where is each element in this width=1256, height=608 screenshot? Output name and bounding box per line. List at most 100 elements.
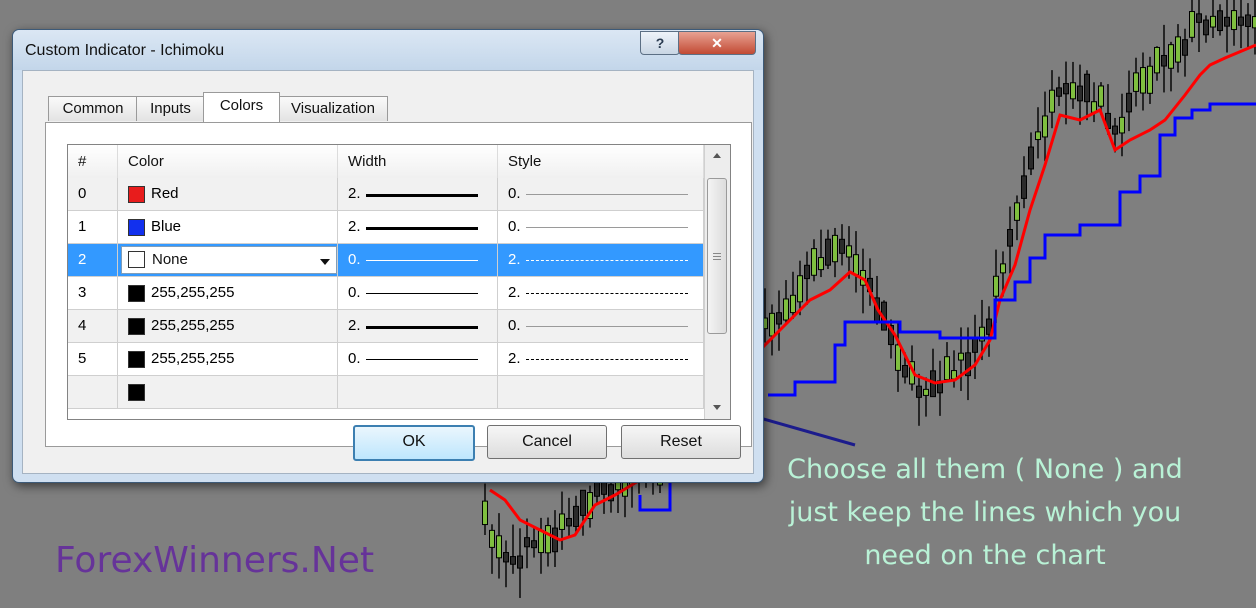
candle-body (1063, 83, 1069, 95)
reset-button[interactable]: Reset (621, 425, 741, 459)
color-cell[interactable]: Red (118, 178, 338, 210)
style-cell[interactable]: 0. (498, 211, 704, 243)
candle-body (1154, 46, 1160, 74)
tab-inputs[interactable]: Inputs (136, 96, 205, 121)
width-cell[interactable]: 0. (338, 343, 498, 375)
style-cell[interactable]: 0. (498, 178, 704, 210)
header-index[interactable]: # (68, 145, 118, 178)
candle-body (1084, 73, 1090, 103)
table-row[interactable]: 3 255,255,255 0. 2. (68, 277, 704, 310)
style-value: 2. (508, 284, 521, 301)
candle-body (1056, 87, 1062, 97)
style-value: 2. (508, 350, 521, 367)
width-value: 2. (348, 185, 361, 202)
style-cell[interactable]: 2. (498, 244, 704, 276)
width-cell[interactable]: 0. (338, 244, 498, 276)
candle-body (1035, 131, 1041, 141)
style-preview-line (526, 194, 688, 195)
colors-panel: # Color Width Style 0 Red 2. 0. 1 Blue 2. 0. 2 No… (45, 122, 752, 447)
help-button[interactable]: ? (640, 31, 680, 55)
header-width[interactable]: Width (338, 145, 498, 178)
width-cell[interactable] (338, 376, 498, 408)
ok-button[interactable]: OK (353, 425, 475, 461)
close-button[interactable]: ✕ (678, 31, 756, 55)
candle-body (853, 254, 859, 276)
color-cell[interactable]: 255,255,255 (118, 310, 338, 342)
candle-body (1245, 14, 1251, 27)
color-cell[interactable]: 255,255,255 (118, 343, 338, 375)
color-cell[interactable]: None (118, 244, 338, 276)
candle-body (832, 234, 838, 263)
table-row[interactable]: 1 Blue 2. 0. (68, 211, 704, 244)
tab-colors[interactable]: Colors (203, 92, 280, 122)
colors-table: # Color Width Style 0 Red 2. 0. 1 Blue 2. 0. 2 No… (67, 144, 731, 420)
scroll-down-arrow-icon[interactable] (705, 397, 730, 419)
candle-body (1189, 11, 1195, 38)
width-cell[interactable]: 2. (338, 310, 498, 342)
row-index: 4 (68, 310, 118, 342)
table-row[interactable]: 4 255,255,255 2. 0. (68, 310, 704, 343)
candle-body (510, 556, 516, 565)
color-dropdown[interactable]: None (121, 246, 337, 274)
candle-body (489, 529, 495, 548)
table-row[interactable] (68, 376, 704, 409)
candle-body (1147, 65, 1153, 94)
candle-body (566, 517, 572, 527)
width-preview-line (366, 227, 478, 230)
cancel-button[interactable]: Cancel (487, 425, 607, 459)
candle-body (1140, 67, 1146, 94)
style-cell[interactable]: 0. (498, 310, 704, 342)
color-cell[interactable]: Blue (118, 211, 338, 243)
table-row[interactable]: 0 Red 2. 0. (68, 178, 704, 211)
kijun-sen-line-lower (638, 480, 672, 512)
width-cell[interactable]: 2. (338, 178, 498, 210)
color-swatch (128, 251, 145, 268)
style-preview-line (526, 260, 688, 261)
table-row[interactable]: 5 255,255,255 0. 2. (68, 343, 704, 376)
header-style[interactable]: Style (498, 145, 704, 178)
color-swatch (128, 351, 145, 368)
style-cell[interactable] (498, 376, 704, 408)
candle-body (1196, 13, 1202, 23)
chevron-down-icon[interactable] (320, 259, 330, 265)
candle-body (1007, 229, 1013, 247)
candle-body (818, 257, 824, 271)
candle-body (1119, 116, 1125, 134)
tab-visualization[interactable]: Visualization (278, 96, 388, 121)
table-row[interactable]: 2 None 0. 2. (68, 244, 704, 277)
candle-body (846, 245, 852, 258)
style-cell[interactable]: 2. (498, 343, 704, 375)
annotation-line-2: just keep the lines which you (788, 497, 1182, 528)
row-index: 1 (68, 211, 118, 243)
width-preview-line (366, 326, 478, 329)
candle-body (573, 505, 579, 527)
title-bar[interactable]: Custom Indicator - Ichimoku ? ✕ (13, 30, 763, 70)
color-name: None (152, 251, 188, 268)
style-value: 0. (508, 218, 521, 235)
candle-body (1161, 54, 1167, 67)
header-color[interactable]: Color (118, 145, 338, 178)
candle-body (902, 364, 908, 378)
scroll-thumb[interactable] (707, 178, 727, 334)
vertical-scrollbar[interactable] (704, 145, 730, 419)
style-cell[interactable]: 2. (498, 277, 704, 309)
row-index: 2 (68, 244, 118, 276)
candle-body (545, 525, 551, 554)
style-preview-line (526, 359, 688, 360)
color-name: 255,255,255 (151, 284, 235, 301)
width-cell[interactable]: 2. (338, 211, 498, 243)
color-cell[interactable] (118, 376, 338, 408)
width-value: 2. (348, 317, 361, 334)
candle-body (1217, 10, 1223, 32)
color-swatch (128, 285, 145, 302)
candle-body (1231, 10, 1237, 31)
candle-body (531, 540, 537, 549)
candle-body (517, 555, 523, 569)
tab-common[interactable]: Common (48, 96, 138, 121)
width-preview-line (366, 194, 478, 197)
style-preview-line (526, 293, 688, 294)
color-cell[interactable]: 255,255,255 (118, 277, 338, 309)
scroll-up-arrow-icon[interactable] (705, 145, 730, 167)
width-cell[interactable]: 0. (338, 277, 498, 309)
row-index: 0 (68, 178, 118, 210)
